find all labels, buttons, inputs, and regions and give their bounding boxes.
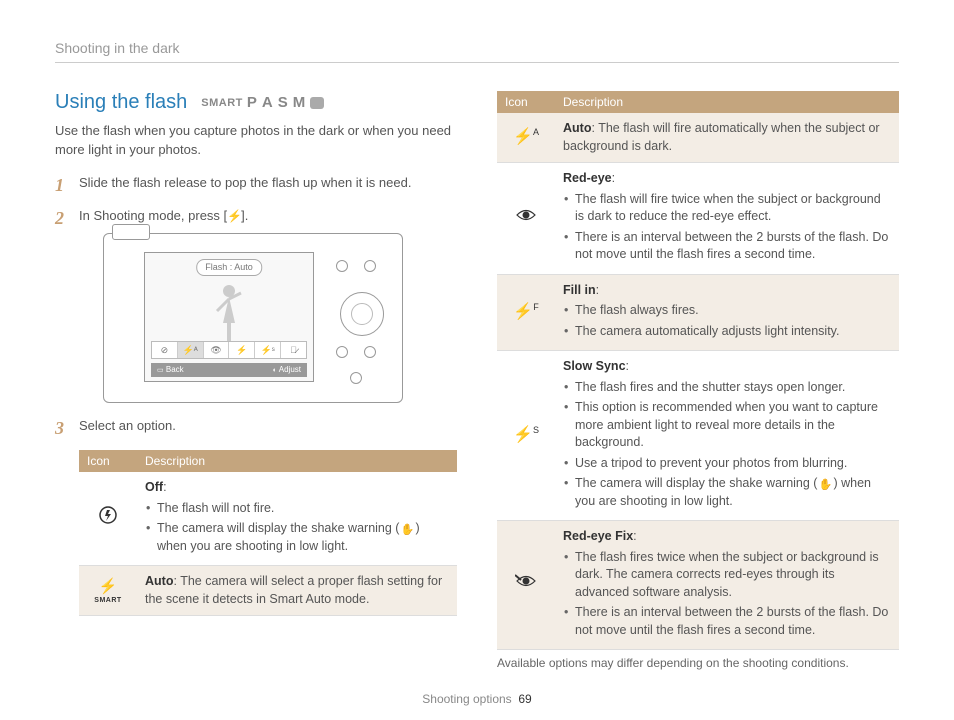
redeye-icon (497, 163, 555, 275)
mode-m: M (293, 94, 307, 111)
fillin-icon: ⚡F (497, 274, 555, 351)
slowsync-b3: Use a tripod to prevent your photos from… (563, 455, 891, 473)
intro-text: Use the flash when you capture photos in… (55, 122, 457, 160)
th-desc: Description (137, 450, 457, 472)
screen-back-label: ▭ Back (157, 364, 184, 376)
control-dial-icon (340, 292, 384, 336)
scene-icon (310, 97, 324, 109)
mode-badges: SMART P A S M (201, 94, 324, 111)
slowsync-b2: This option is recommended when you want… (563, 399, 891, 452)
slowsync-desc: Slow Sync: The flash fires and the shutt… (555, 351, 899, 521)
step-2-text-a: In Shooting mode, press [ (79, 208, 227, 223)
slowsync-icon: ⚡S (497, 351, 555, 521)
th-icon: Icon (79, 450, 137, 472)
off-bullet-1: The flash will not fire. (145, 500, 449, 518)
slowsync-b1: The flash fires and the shutter stays op… (563, 379, 891, 397)
redeye-desc: Red-eye: The flash will fire twice when … (555, 163, 899, 275)
camera-illustration: Flash : Auto ⊘ ⚡ᴬ 👁 ⚡ ⚡ˢ 👁̷ (103, 233, 403, 403)
redeyefix-b1: The flash fires twice when the subject o… (563, 549, 891, 602)
page-number: 69 (518, 692, 531, 706)
auto-icon: ⚡A (497, 113, 555, 163)
redeye-b1: The flash will fire twice when the subje… (563, 191, 891, 226)
flash-icon: ⚡ (227, 209, 241, 223)
mode-a: A (262, 94, 274, 111)
opt-redeye-icon: 👁 (204, 342, 230, 358)
opt-off-icon: ⊘ (152, 342, 178, 358)
shake-warning-icon: ✋ (399, 523, 415, 535)
opt-slowsync-icon: ⚡ˢ (255, 342, 281, 358)
step-2: In Shooting mode, press [⚡]. Flash : Aut… (55, 207, 457, 404)
flash-options-table-left: Icon Description Off: The flash will not… (79, 450, 457, 616)
page-title: Using the flash (55, 91, 187, 114)
shake-warning-icon-2: ✋ (817, 478, 833, 490)
redeyefix-b2: There is an interval between the 2 burst… (563, 604, 891, 639)
breadcrumb: Shooting in the dark (55, 40, 899, 63)
mode-smart: SMART (201, 97, 243, 109)
screen-adjust-label: ◐ Adjust (273, 364, 301, 376)
person-silhouette-icon (209, 283, 249, 343)
opt-fillin-icon: ⚡ (229, 342, 255, 358)
step-3: Select an option. (55, 417, 457, 436)
fillin-b1: The flash always fires. (563, 302, 891, 320)
mode-s: S (278, 94, 289, 111)
redeye-b2: There is an interval between the 2 burst… (563, 229, 891, 264)
smart-auto-icon: ⚡SMART (79, 566, 137, 616)
slowsync-b4: The camera will display the shake warnin… (563, 475, 891, 510)
redeyefix-desc: Red-eye Fix: The flash fires twice when … (555, 521, 899, 650)
off-bullet-2: The camera will display the shake warnin… (145, 520, 449, 555)
fillin-b2: The camera automatically adjusts light i… (563, 323, 891, 341)
opt-auto-icon: ⚡ᴬ (178, 342, 204, 358)
footer-section: Shooting options (422, 692, 511, 706)
th-desc-r: Description (555, 91, 899, 113)
off-icon (79, 472, 137, 566)
page-footer: Shooting options 69 (0, 692, 954, 706)
screen-flash-label: Flash : Auto (196, 259, 262, 276)
smart-auto-desc: Auto: The camera will select a proper fl… (137, 566, 457, 616)
left-column: Using the flash SMART P A S M Use the fl… (55, 91, 457, 670)
opt-redeyefix-icon: 👁̷ (281, 342, 306, 358)
step-1: Slide the flash release to pop the flash… (55, 174, 457, 193)
redeyefix-icon (497, 521, 555, 650)
right-column: Icon Description ⚡A Auto: The flash will… (497, 91, 899, 670)
footnote: Available options may differ depending o… (497, 656, 899, 670)
th-icon-r: Icon (497, 91, 555, 113)
auto-desc: Auto: The flash will fire automatically … (555, 113, 899, 163)
flash-option-bar: ⊘ ⚡ᴬ 👁 ⚡ ⚡ˢ 👁̷ (151, 341, 307, 359)
mode-p: P (247, 94, 258, 111)
fillin-desc: Fill in: The flash always fires. The cam… (555, 274, 899, 351)
flash-options-table-right: Icon Description ⚡A Auto: The flash will… (497, 91, 899, 650)
off-desc: Off: The flash will not fire. The camera… (137, 472, 457, 566)
step-2-text-b: ]. (241, 208, 248, 223)
